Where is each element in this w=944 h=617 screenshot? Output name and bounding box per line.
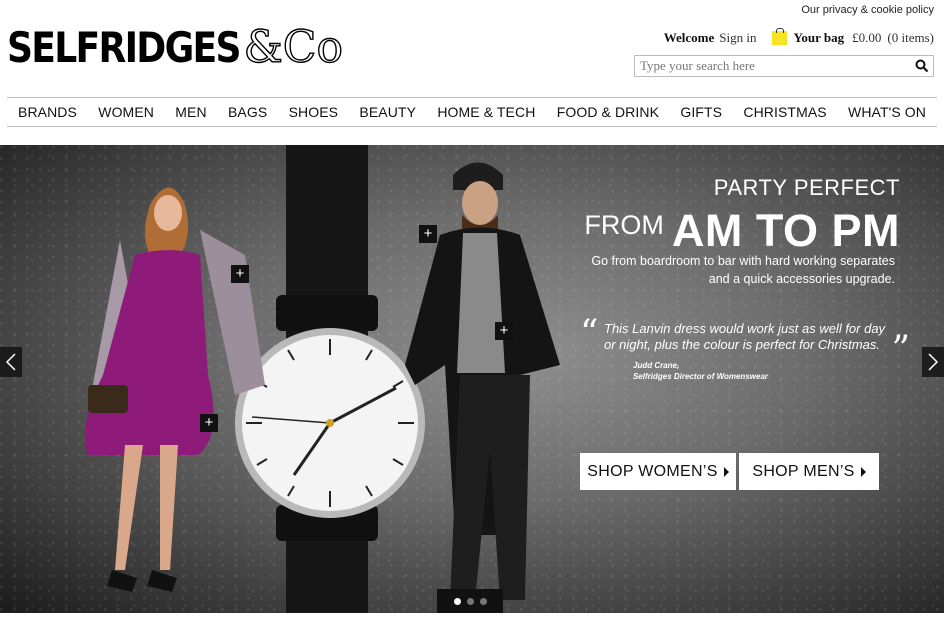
woman-model — [85, 187, 265, 592]
hotspot-plus-icon[interactable]: + — [231, 265, 249, 283]
shop-womens-label: SHOP WOMEN’S — [587, 462, 718, 480]
shop-womens-button[interactable]: SHOP WOMEN’S — [580, 453, 736, 490]
carousel-dot-1[interactable] — [453, 597, 461, 605]
welcome-text: Welcome — [663, 30, 715, 45]
hero-from: FROM — [584, 210, 664, 240]
hotspot-plus-icon[interactable]: + — [200, 414, 218, 432]
shopping-bag-icon[interactable] — [772, 28, 788, 45]
privacy-link[interactable]: Our privacy & cookie policy — [801, 4, 934, 16]
search-input[interactable] — [635, 56, 911, 76]
shop-mens-button[interactable]: SHOP MEN’S — [739, 453, 879, 490]
nav-women[interactable]: WOMEN — [98, 104, 154, 120]
search-button[interactable] — [911, 56, 933, 76]
chevron-right-icon — [723, 466, 729, 477]
selfridges-logo[interactable]: SELFRIDGES &Co — [7, 21, 344, 73]
logo-co-mark: &Co — [243, 21, 344, 73]
logo-wordmark: SELFRIDGES — [7, 23, 241, 72]
nav-gifts[interactable]: GIFTS — [680, 104, 722, 120]
hero-description: Go from boardroom to bar with hard worki… — [565, 253, 895, 288]
bag-item-count: (0 items) — [887, 30, 934, 45]
carousel-dot-2[interactable] — [466, 597, 474, 605]
carousel-next-button[interactable] — [922, 347, 944, 377]
nav-beauty[interactable]: BEAUTY — [359, 104, 416, 120]
chevron-right-icon — [928, 353, 939, 371]
account-bar: Welcome Sign in Your bag £0.00 (0 items) — [663, 28, 934, 46]
nav-men[interactable]: MEN — [175, 104, 206, 120]
hero-description-line-1: Go from boardroom to bar with hard worki… — [591, 254, 895, 268]
quote-close-icon: ” — [891, 329, 910, 370]
hero-headline: PARTY PERFECT FROM AM TO PM — [584, 175, 900, 257]
chevron-right-icon — [860, 466, 866, 477]
hero-quote: “ This Lanvin dress would work just as w… — [580, 313, 910, 382]
search-icon — [915, 59, 929, 73]
hero-banner[interactable]: PARTY PERFECT FROM AM TO PM Go from board… — [0, 145, 944, 613]
bag-label[interactable]: Your bag — [793, 30, 844, 46]
search-box — [634, 55, 934, 77]
hero-title: AM TO PM — [671, 205, 900, 256]
nav-shoes[interactable]: SHOES — [289, 104, 339, 120]
carousel-prev-button[interactable] — [0, 347, 22, 377]
hero-description-line-2: and a quick accessories upgrade. — [708, 271, 895, 286]
carousel-dot-3[interactable] — [479, 597, 487, 605]
hero-kicker: PARTY PERFECT — [713, 175, 900, 200]
quote-author-title: Selfridges Director of Womenswear — [633, 372, 768, 381]
nav-home-tech[interactable]: HOME & TECH — [437, 104, 535, 120]
bag-value: £0.00 — [852, 30, 882, 45]
watch-lug-top — [276, 295, 378, 331]
quote-author: Judd Crane, Selfridges Director of Women… — [580, 360, 910, 382]
quote-text: This Lanvin dress would work just as wel… — [604, 321, 886, 352]
carousel-pagination — [437, 589, 503, 613]
quote-open-icon: “ — [580, 313, 599, 354]
chevron-left-icon — [5, 353, 16, 371]
nav-whats-on[interactable]: WHAT'S ON — [848, 104, 926, 120]
sign-in-link[interactable]: Sign in — [719, 30, 756, 46]
quote-author-name: Judd Crane, — [633, 361, 680, 370]
hotspot-plus-icon[interactable]: + — [419, 225, 437, 243]
nav-bags[interactable]: BAGS — [228, 104, 267, 120]
hotspot-plus-icon[interactable]: + — [495, 322, 513, 340]
main-nav: BRANDS WOMEN MEN BAGS SHOES BEAUTY HOME … — [7, 97, 937, 127]
nav-christmas[interactable]: CHRISTMAS — [743, 104, 826, 120]
shop-mens-label: SHOP MEN’S — [752, 462, 855, 480]
nav-brands[interactable]: BRANDS — [18, 104, 77, 120]
nav-food-drink[interactable]: FOOD & DRINK — [557, 104, 659, 120]
